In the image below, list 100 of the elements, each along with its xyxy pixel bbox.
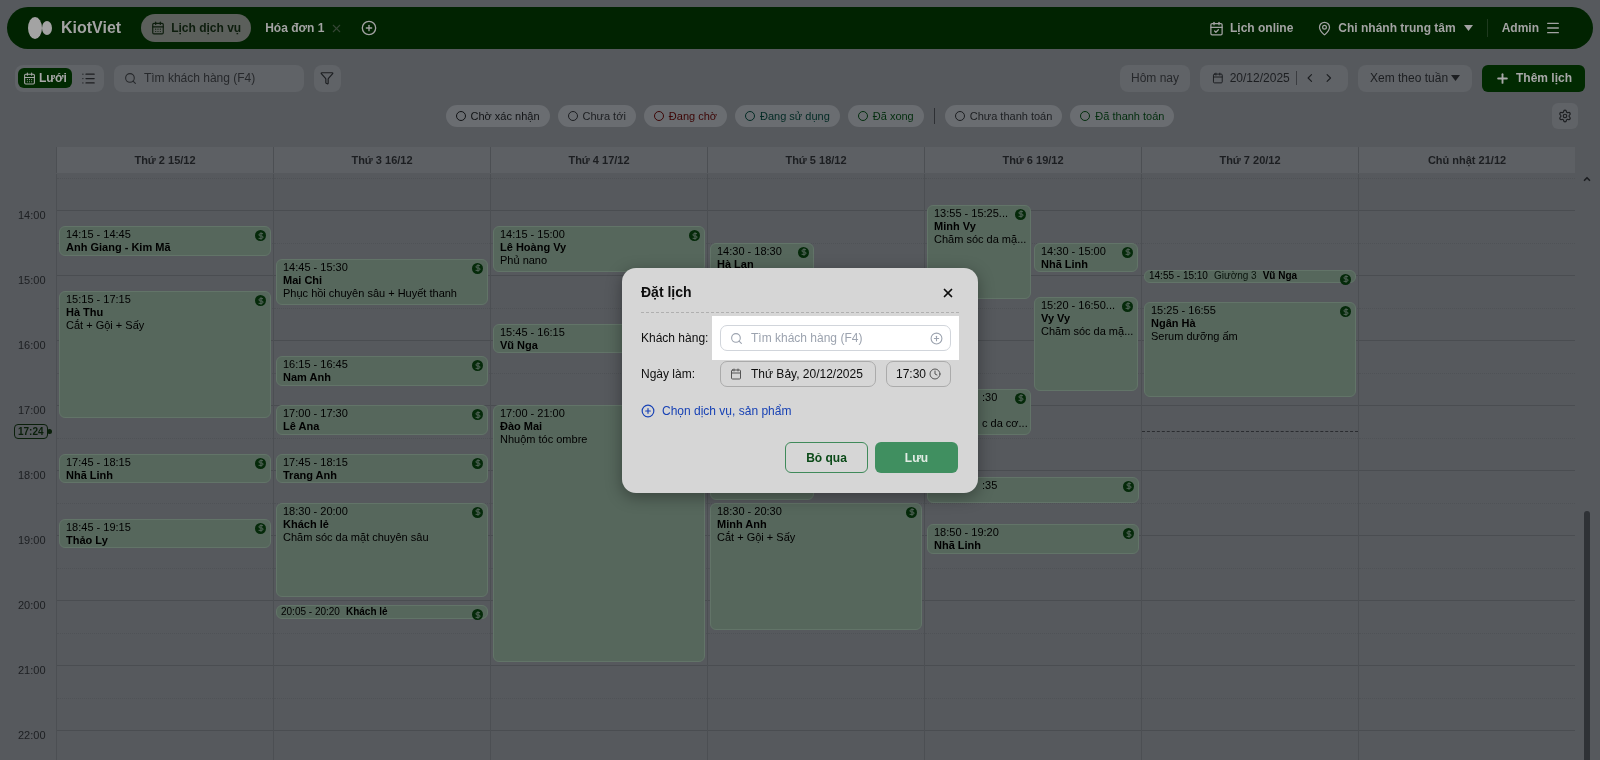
calendar-icon <box>151 21 166 35</box>
customer-name: Hà Lan <box>717 257 754 271</box>
settings-button[interactable] <box>1552 103 1578 129</box>
appointment-time: 17:00 - 17:30 <box>283 407 348 420</box>
save-button[interactable]: Lưu <box>875 442 958 473</box>
appointment-card[interactable]: 15:20 - 16:50... Vy Vy Chăm sóc da mặ... <box>1034 296 1138 392</box>
tab[interactable]: Hóa đơn 1 <box>255 14 354 42</box>
status-filter[interactable]: Đã xong <box>847 105 924 127</box>
time-field[interactable]: 17:30 <box>886 361 951 387</box>
appointment-card[interactable]: 18:30 - 20:30 Minh Anh Cắt + Gội + Sấy <box>710 502 922 630</box>
list-icon <box>80 70 96 86</box>
appointment-card[interactable]: 15:15 - 17:15 Hà Thu Cắt + Gội + Sấy <box>59 291 271 419</box>
search-icon <box>730 332 743 345</box>
filter-button[interactable] <box>313 64 341 92</box>
service-name: Serum dưỡng ấm <box>1151 330 1238 344</box>
appointment-time: 20:05 - 20:20 <box>281 606 340 618</box>
service-name: Cắt + Gội + Sấy <box>66 319 145 333</box>
brand-name: KiotViet <box>61 18 122 38</box>
caret-icon <box>1451 75 1460 81</box>
customer-name: Vũ Nga <box>1262 270 1298 283</box>
status-filter[interactable]: Chưa thanh toán <box>944 105 1063 127</box>
scroll-up-icon[interactable] <box>1582 174 1592 184</box>
appointment-card[interactable]: 18:30 - 20:00 Khách lẻ Chăm sóc da mặt chuyên sâu <box>276 502 488 597</box>
customer-name: Mai Chi <box>283 273 323 287</box>
appointment-card[interactable]: 17:45 - 18:15 Nhã Linh <box>59 453 271 484</box>
appointment-time: 14:55 - 15:10 <box>1149 270 1208 283</box>
hour-label: 21:00 <box>18 663 46 678</box>
day-header: Thứ 4 17/12 <box>490 147 707 173</box>
appointment-card[interactable]: 15:25 - 16:55 Ngân Hà Serum dưỡng ấm <box>1144 302 1356 397</box>
customer-name: Vũ Nga <box>500 338 538 352</box>
appointment-time: 14:15 - 14:45 <box>66 228 131 242</box>
customer-name: Minh Anh <box>717 517 767 531</box>
status-filter[interactable]: Đang sử dụng <box>735 105 840 127</box>
plus-icon <box>1495 70 1510 86</box>
appointment-card[interactable]: 14:45 - 15:30 Mai Chi Phục hồi chuyên sâu + Huyết thanh <box>276 258 488 305</box>
customer-name: Minh Vy <box>934 219 976 233</box>
service-name: Chăm sóc da mặ... <box>1041 324 1134 338</box>
tab[interactable]: Lịch dịch vụ <box>141 14 252 42</box>
field-label: Ngày làm: <box>641 366 697 383</box>
appointment-time: 18:45 - 19:15 <box>66 520 131 534</box>
hour-label: 19:00 <box>18 533 46 548</box>
online-booking-link[interactable]: Lịch online <box>1230 19 1294 37</box>
search-field[interactable]: Tìm khách hàng (F4) <box>113 64 304 92</box>
day-header: Thứ 3 16/12 <box>273 147 490 173</box>
scrollbar-thumb[interactable] <box>1584 511 1590 760</box>
add-tab-icon[interactable] <box>361 20 378 36</box>
status-filter[interactable]: Đang chờ <box>643 105 727 127</box>
appointment-card[interactable]: 14:30 - 15:00 Nhã Linh <box>1034 242 1138 272</box>
customer-name: Nhã Linh <box>1041 257 1089 271</box>
appointment-time: 18:30 - 20:30 <box>717 504 782 518</box>
appointment-card[interactable]: 14:15 - 14:45 Anh Giang - Kim Mã <box>59 226 271 256</box>
status-filter[interactable]: Chờ xác nhận <box>445 105 550 127</box>
appointment-time: 15:45 - 16:15 <box>500 325 565 339</box>
appointment-card[interactable]: 16:15 - 16:45 Nam Anh <box>276 356 488 386</box>
customer-name: Trang Anh <box>283 468 337 482</box>
add-customer-icon[interactable] <box>930 332 943 345</box>
menu-icon[interactable] <box>1545 20 1561 36</box>
service-name: c da cơ... <box>982 416 1028 430</box>
appointment-card[interactable]: 17:00 - 17:30 Lê Ana <box>276 405 488 435</box>
current-time-badge: 17:24 <box>14 424 48 439</box>
customer-name: Vy Vy <box>1041 311 1071 325</box>
branch-selector[interactable]: Chi nhánh trung tâm <box>1338 19 1456 37</box>
cancel-button[interactable]: Bỏ qua <box>785 442 868 473</box>
date-field[interactable]: Thứ Bảy, 20/12/2025 <box>720 361 876 387</box>
appointment-card[interactable]: 18:45 - 19:15 Thảo Ly <box>59 518 271 549</box>
calendar-icon <box>23 71 36 85</box>
day-header: Thứ 6 19/12 <box>924 147 1141 173</box>
appointment-time: 14:30 - 15:00 <box>1041 244 1106 258</box>
plus-circle-icon <box>641 404 655 418</box>
appointment-card[interactable]: 14:55 - 15:10 Giường 3 Vũ Nga <box>1144 269 1356 283</box>
appointment-time: 17:45 - 18:15 <box>66 455 131 469</box>
appointment-time: 14:45 - 15:30 <box>283 260 348 274</box>
appointment-time: 17:45 - 18:15 <box>283 455 348 469</box>
customer-name: Hà Thu <box>66 306 104 319</box>
user-name[interactable]: Admin <box>1501 19 1539 37</box>
customer-name: Lê Ana <box>283 420 320 433</box>
status-filter[interactable]: Đã thanh toán <box>1070 105 1175 127</box>
appointment-time: 13:55 - 15:25... <box>934 206 1008 220</box>
appointment-card[interactable]: 20:05 - 20:20 Khách lẻ <box>276 605 488 619</box>
appointment-card[interactable]: 18:50 - 19:20 Nhã Linh <box>927 524 1139 554</box>
hour-label: 18:00 <box>18 468 46 483</box>
appointment-card[interactable]: 17:45 - 18:15 Trang Anh <box>276 453 488 484</box>
location-pin-icon <box>1317 20 1333 36</box>
service-name: Chăm sóc da mặ... <box>934 232 1027 246</box>
day-header: Thứ 7 20/12 <box>1141 147 1358 173</box>
appointment-time: 18:50 - 19:20 <box>934 526 999 540</box>
appointment-time: 14:15 - 15:00 <box>500 228 565 242</box>
grid-view-tab[interactable]: Lưới <box>18 68 72 88</box>
service-name: Phục hồi chuyên sâu + Huyết thanh <box>283 286 457 300</box>
status-filter[interactable]: Chưa tới <box>557 105 636 127</box>
period-dropdown[interactable]: Xem theo tuần <box>1358 64 1472 92</box>
add-booking-button[interactable]: Thêm lịch <box>1482 64 1585 92</box>
customer-name: Khách lẻ <box>345 606 388 618</box>
customer-name: Thảo Ly <box>66 533 108 547</box>
calendar-icon <box>730 368 742 380</box>
date-picker[interactable]: 20/12/2025 <box>1200 64 1348 92</box>
today-button[interactable]: Hôm nay <box>1119 64 1190 92</box>
logo-icon <box>27 16 53 40</box>
appointment-card[interactable]: 14:15 - 15:00 Lê Hoàng Vy Phủ nano <box>493 226 705 272</box>
customer-search-field[interactable]: Tìm khách hàng (F4) <box>720 325 951 351</box>
